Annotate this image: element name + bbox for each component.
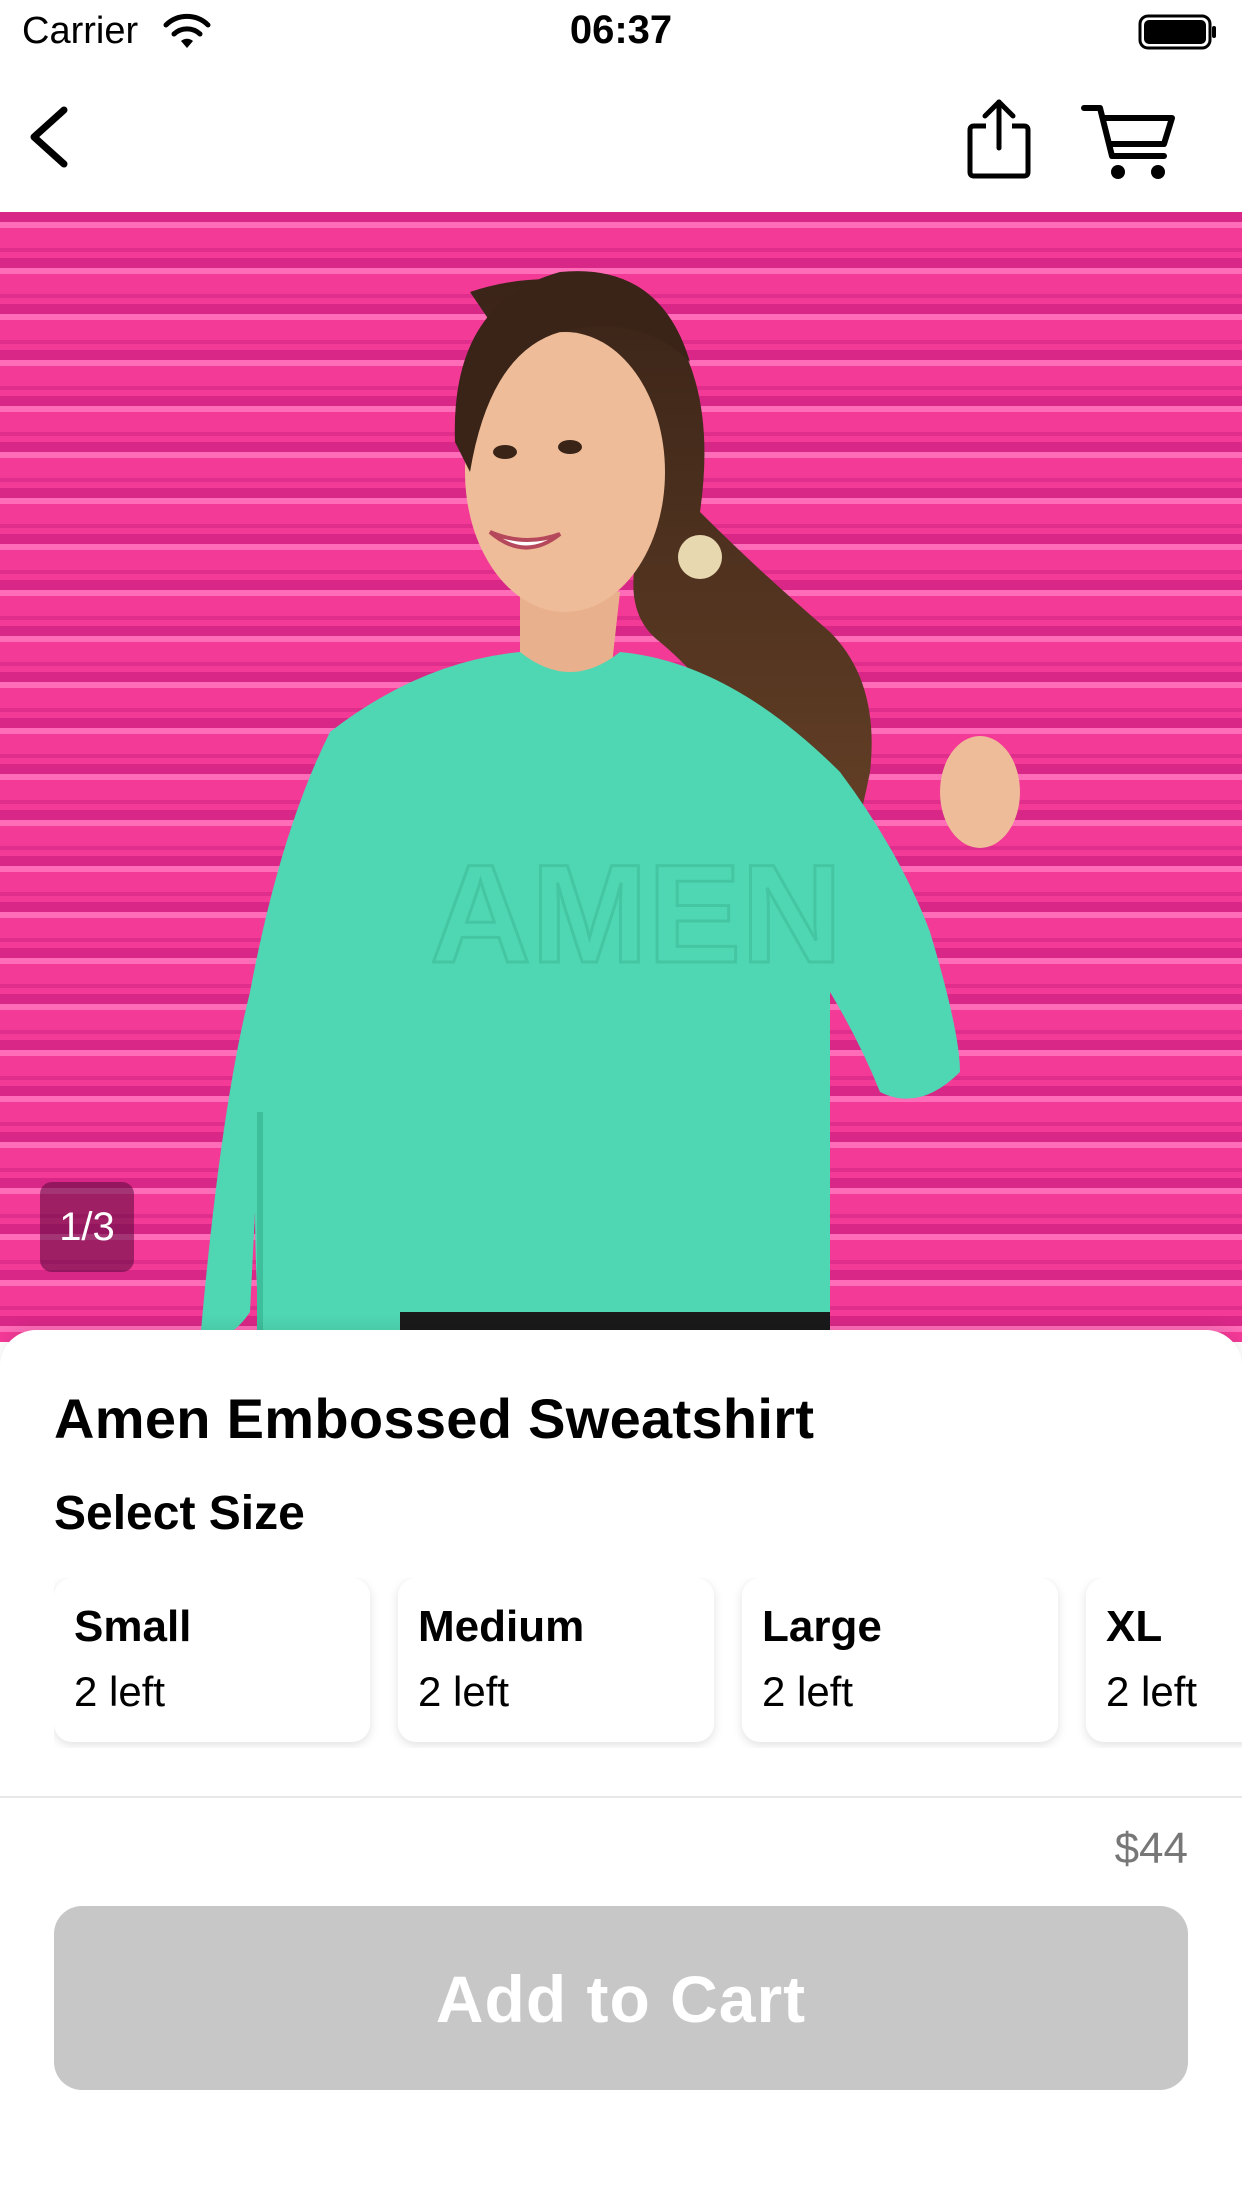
size-stock: 2 left	[418, 1668, 510, 1715]
size-option-small[interactable]: Small 2 left	[54, 1578, 370, 1742]
product-title: Amen Embossed Sweatshirt	[54, 1387, 815, 1450]
share-icon[interactable]	[964, 96, 1034, 180]
product-price: $44	[1114, 1824, 1188, 1873]
status-bar: Carrier 06:37	[0, 0, 1242, 66]
back-chevron-icon[interactable]	[22, 102, 82, 172]
add-to-cart-button[interactable]: Add to Cart	[54, 1906, 1188, 2090]
size-name: Medium	[418, 1602, 585, 1651]
size-option-large[interactable]: Large 2 left	[742, 1578, 1058, 1742]
size-stock: 2 left	[74, 1668, 166, 1715]
size-stock: 2 left	[1106, 1668, 1198, 1715]
size-name: Large	[762, 1602, 882, 1651]
purchase-footer: $44 Add to Cart	[0, 1796, 1242, 2210]
battery-icon	[1138, 14, 1216, 50]
size-options: Small 2 left Medium 2 left Large 2 left …	[54, 1578, 1242, 1748]
cart-icon[interactable]	[1080, 100, 1180, 184]
product-image[interactable]: AMEN 1/3	[0, 212, 1242, 1342]
svg-text:AMEN: AMEN	[430, 835, 842, 992]
size-option-xl[interactable]: XL 2 left	[1086, 1578, 1242, 1742]
size-stock: 2 left	[762, 1668, 854, 1715]
select-size-label: Select Size	[54, 1487, 305, 1540]
size-name: Small	[74, 1602, 192, 1651]
size-name: XL	[1106, 1602, 1163, 1651]
clock: 06:37	[569, 8, 673, 52]
nav-bar	[0, 66, 1242, 212]
image-counter: 1/3	[40, 1182, 134, 1272]
product-photo: AMEN	[0, 212, 1242, 1342]
size-option-medium[interactable]: Medium 2 left	[398, 1578, 714, 1742]
